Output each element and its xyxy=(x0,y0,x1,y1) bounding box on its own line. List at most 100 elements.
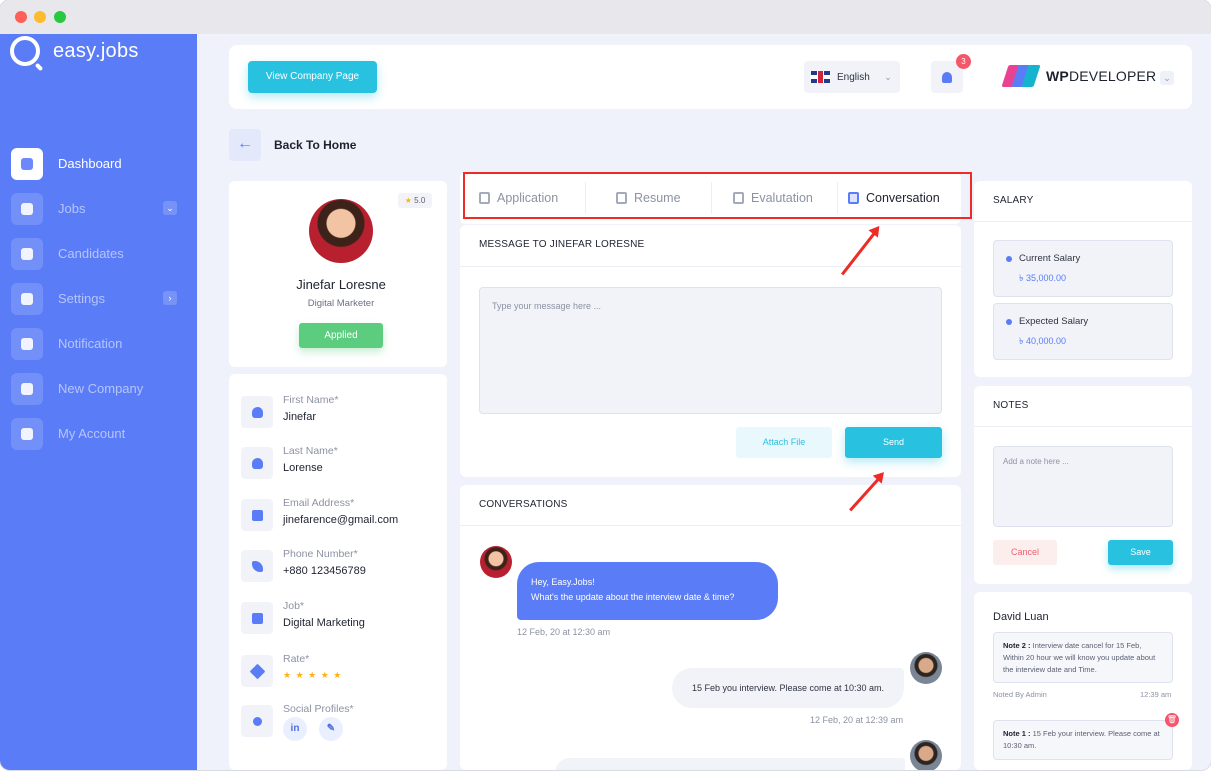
message-line: What's the update about the interview da… xyxy=(531,592,735,602)
candidate-details-card: First Name* Jinefar Last Name* Lorense E… xyxy=(229,374,447,770)
save-button[interactable]: Save xyxy=(1108,540,1173,565)
briefcase-icon xyxy=(11,192,43,225)
salary-value: ৳ 40,000.00 xyxy=(1019,336,1067,346)
star-icon xyxy=(241,655,273,687)
close-window-button[interactable] xyxy=(15,11,27,23)
sidebar-item-label: New Company xyxy=(58,381,144,396)
rate-field: Rate* ★ ★ ★ ★ ★ xyxy=(241,653,437,693)
sidebar-item-settings[interactable]: Settings › xyxy=(11,276,186,321)
chevron-down-icon[interactable]: ⌄ xyxy=(1160,71,1174,85)
field-value: +880 123456789 xyxy=(283,565,366,577)
salary-label: Expected Salary xyxy=(1019,316,1089,327)
annotation-highlight-box xyxy=(463,172,972,219)
first-name-field: First Name* Jinefar xyxy=(241,394,437,434)
mail-icon xyxy=(241,499,273,531)
note-title: Note 1 : xyxy=(1003,729,1031,738)
delete-note-icon[interactable]: 🗑 xyxy=(1165,713,1179,727)
message-textarea[interactable]: Type your message here ... xyxy=(479,287,942,414)
share-icon xyxy=(241,705,273,737)
phone-field: Phone Number* +880 123456789 xyxy=(241,548,437,588)
back-button[interactable]: ← xyxy=(229,129,261,161)
divider xyxy=(974,221,1192,222)
minimize-window-button[interactable] xyxy=(34,11,46,23)
back-to-home-link[interactable]: Back To Home xyxy=(274,138,356,152)
notes-list-card: David Luan Note 2 : Interview date cance… xyxy=(974,592,1192,770)
bullet-icon xyxy=(1006,256,1012,262)
arrow-left-icon: ← xyxy=(237,135,253,152)
sidebar-item-candidates[interactable]: Candidates xyxy=(11,231,186,276)
notification-count-badge: 3 xyxy=(956,54,971,69)
status-badge[interactable]: Applied xyxy=(299,323,383,348)
edit-icon[interactable]: ✎ xyxy=(319,717,343,741)
message-timestamp: 12 Feb, 20 at 12:39 am xyxy=(810,715,904,725)
phone-icon xyxy=(241,550,273,582)
divider xyxy=(460,266,961,267)
user-icon xyxy=(11,417,43,450)
salary-title: SALARY xyxy=(993,195,1034,206)
sidebar-item-label: My Account xyxy=(58,426,126,441)
app-logo[interactable]: easy.jobs xyxy=(10,34,139,68)
rating-stars: ★ ★ ★ ★ ★ xyxy=(283,670,343,680)
sidebar-item-label: Notification xyxy=(58,336,123,351)
bell-icon xyxy=(11,327,43,360)
view-company-page-button[interactable]: View Company Page xyxy=(248,61,377,93)
cancel-button[interactable]: Cancel xyxy=(993,540,1057,565)
message-card-title: MESSAGE TO JINEFAR LORESNE xyxy=(479,239,645,250)
divider xyxy=(460,525,961,526)
company-name: WPDEVELOPER xyxy=(1046,68,1157,84)
field-label: First Name* xyxy=(283,394,339,406)
message-line: Hey, Easy.Jobs! xyxy=(531,577,595,587)
sidebar-item-jobs[interactable]: Jobs ⌄ xyxy=(11,186,186,231)
last-name-field: Last Name* Lorense xyxy=(241,445,437,485)
salary-value: ৳ 35,000.00 xyxy=(1019,273,1067,283)
top-header: View Company Page English ⌄ 3 WPDEVELOPE… xyxy=(229,45,1192,109)
divider xyxy=(974,426,1192,427)
rating-badge: ★ 5.0 xyxy=(398,193,432,208)
plus-icon xyxy=(11,372,43,405)
chevron-down-icon[interactable]: ⌄ xyxy=(163,201,177,215)
field-label: Last Name* xyxy=(283,445,338,457)
salary-card: SALARY Current Salary ৳ 35,000.00 Expect… xyxy=(974,181,1192,377)
outgoing-message-bubble: 15 Feb you interview. Please come at 10:… xyxy=(672,668,904,708)
sidebar-item-notification[interactable]: Notification xyxy=(11,321,186,366)
language-select[interactable]: English ⌄ xyxy=(804,61,900,93)
sidebar-item-dashboard[interactable]: Dashboard xyxy=(11,141,186,186)
field-value: Jinefar xyxy=(283,411,317,423)
notes-card: NOTES Add a note here ... Cancel Save xyxy=(974,386,1192,584)
incoming-message-bubble: Hey, Easy.Jobs! What's the update about … xyxy=(517,562,778,620)
maximize-window-button[interactable] xyxy=(54,11,66,23)
conversations-card: CONVERSATIONS Hey, Easy.Jobs! What's the… xyxy=(460,485,961,770)
field-label: Phone Number* xyxy=(283,548,358,560)
note-item: Note 1 : 15 Feb your interview. Please c… xyxy=(993,720,1173,760)
social-profiles-field: Social Profiles* in ✎ xyxy=(241,703,437,753)
gear-icon xyxy=(11,282,43,315)
note-textarea[interactable]: Add a note here ... xyxy=(993,446,1173,527)
current-salary-box: Current Salary ৳ 35,000.00 xyxy=(993,240,1173,297)
sidebar-nav: Dashboard Jobs ⌄ Candidates Settings › N… xyxy=(11,141,186,456)
sidebar-item-label: Candidates xyxy=(58,246,124,261)
language-label: English xyxy=(837,71,870,83)
chevron-right-icon[interactable]: › xyxy=(163,291,177,305)
note-author: David Luan xyxy=(993,611,1049,623)
user-icon xyxy=(241,447,273,479)
bell-icon xyxy=(942,71,952,83)
email-field: Email Address* jinefarence@gmail.com xyxy=(241,497,437,537)
company-switcher[interactable]: WPDEVELOPER xyxy=(1001,65,1157,87)
send-button[interactable]: Send xyxy=(845,427,942,458)
expected-salary-box: Expected Salary ৳ 40,000.00 xyxy=(993,303,1173,360)
recruiter-avatar xyxy=(910,652,942,684)
notes-title: NOTES xyxy=(993,400,1029,411)
uk-flag-icon xyxy=(811,71,830,83)
star-icon: ★ xyxy=(404,196,412,205)
note-item: Note 2 : Interview date cancel for 15 Fe… xyxy=(993,632,1173,683)
job-field: Job* Digital Marketing xyxy=(241,600,437,640)
linkedin-icon[interactable]: in xyxy=(283,717,307,741)
bullet-icon xyxy=(1006,319,1012,325)
recruiter-avatar xyxy=(910,740,942,770)
briefcase-icon xyxy=(241,602,273,634)
sidebar-item-label: Dashboard xyxy=(58,156,122,171)
sidebar-item-my-account[interactable]: My Account xyxy=(11,411,186,456)
attach-file-button[interactable]: Attach File xyxy=(736,427,832,458)
browser-window: easy.jobs Dashboard Jobs ⌄ Candidates Se… xyxy=(0,0,1211,770)
sidebar-item-new-company[interactable]: New Company xyxy=(11,366,186,411)
